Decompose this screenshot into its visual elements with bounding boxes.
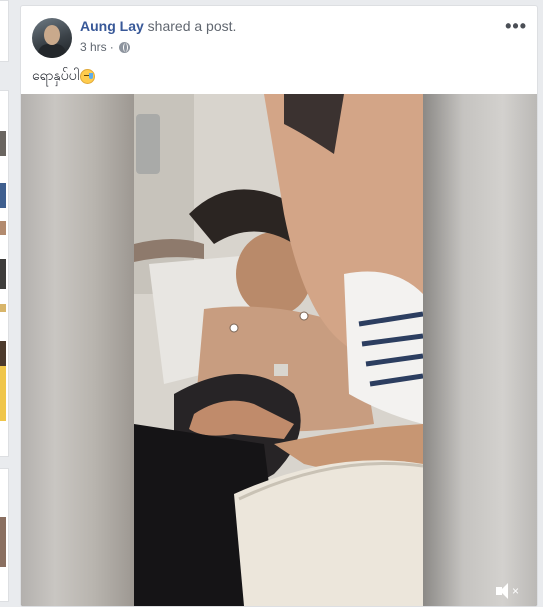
globe-icon[interactable] [118, 41, 130, 53]
avatar[interactable] [32, 18, 72, 58]
post-card: Aung Lay shared a post. 3 hrs · ••• ရောန… [20, 5, 538, 607]
video-still [134, 94, 423, 606]
left-column-edge [0, 0, 10, 602]
electrode [229, 323, 239, 333]
thumbnail[interactable] [0, 366, 6, 421]
video-blur-right [423, 94, 537, 606]
post-header: Aung Lay shared a post. [80, 18, 236, 34]
post-text: ရောနှပ်ပါ [32, 66, 96, 87]
thumbnail[interactable] [0, 517, 6, 567]
iv-stand [136, 114, 160, 174]
speaker-muted-icon [495, 583, 508, 599]
thumbnail[interactable] [0, 304, 6, 312]
mute-mark: × [511, 584, 519, 598]
left-card-middle [0, 90, 9, 457]
sad-emoji-icon [80, 69, 96, 84]
thumbnail[interactable] [0, 259, 6, 289]
electrode [299, 311, 309, 321]
video-player[interactable]: × [21, 94, 537, 606]
thumbnail[interactable] [0, 183, 6, 208]
share-action-text: shared a post. [147, 18, 237, 34]
video-blur-left [21, 94, 134, 606]
author-name[interactable]: Aung Lay [80, 18, 144, 34]
meta-separator: · [109, 40, 114, 54]
video-frame[interactable] [134, 94, 423, 606]
avatar-figure [38, 44, 66, 58]
mute-toggle-button[interactable]: × [495, 583, 519, 599]
post-meta: 3 hrs · [80, 40, 130, 54]
thumbnail[interactable] [0, 221, 6, 235]
avatar-face [44, 25, 60, 45]
left-card-bottom [0, 468, 9, 602]
thumbnail[interactable] [0, 131, 6, 156]
post-text-body: ရောနှပ်ပါ [32, 67, 80, 83]
thumbnail[interactable] [0, 341, 6, 366]
more-options-button[interactable]: ••• [505, 16, 527, 37]
post-timestamp[interactable]: 3 hrs [80, 40, 107, 54]
left-card-top [0, 0, 9, 62]
sensor-pad [274, 364, 288, 376]
